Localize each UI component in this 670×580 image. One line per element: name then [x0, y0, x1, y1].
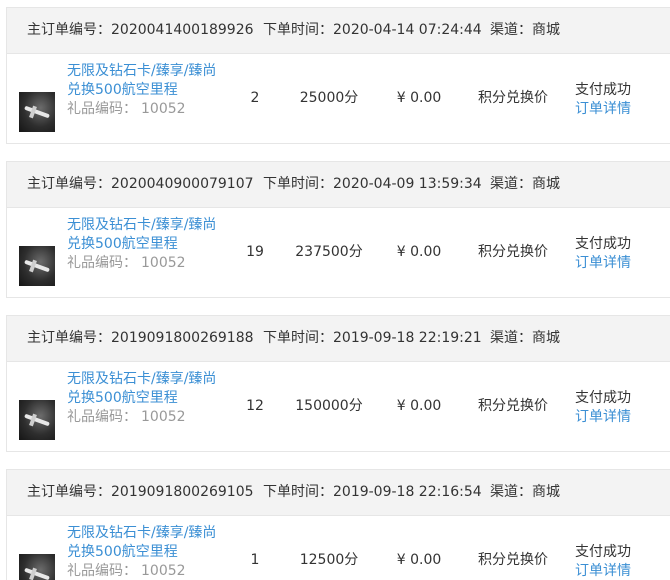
product-code-label: 礼品编码：	[67, 563, 137, 579]
order-list: 主订单编号：2020041400189926 下单时间：2020-04-14 0…	[0, 0, 670, 580]
airplane-icon	[24, 567, 50, 580]
order-time: 下单时间：2019-09-18 22:16:54	[263, 470, 482, 515]
order-time-value: 2019-09-18 22:19:21	[333, 330, 482, 346]
channel-label: 渠道：	[490, 330, 532, 346]
pay-type: 积分兑换价	[478, 552, 548, 568]
order-time: 下单时间：2020-04-09 13:59:34	[263, 162, 482, 207]
order-card: 主订单编号：2019091800269188 下单时间：2019-09-18 2…	[6, 315, 670, 452]
product-title-link[interactable]: 无限及钻石卡/臻享/臻尚兑换500航空里程	[67, 524, 217, 562]
payment-status: 支付成功	[575, 236, 631, 252]
product-code: 礼品编码： 10052	[67, 100, 186, 119]
status-block: 支付成功 订单详情	[575, 235, 631, 273]
order-item-row: 无限及钻石卡/臻享/臻尚兑换500航空里程 礼品编码： 10052 1 12500…	[7, 516, 670, 580]
order-time-label: 下单时间：	[263, 330, 333, 346]
order-header: 主订单编号：2020040900079107 下单时间：2020-04-09 1…	[7, 162, 670, 208]
order-header: 主订单编号：2019091800269188 下单时间：2019-09-18 2…	[7, 316, 670, 362]
quantity: 2	[250, 90, 260, 106]
order-id-value: 2020041400189926	[111, 22, 254, 38]
status-block: 支付成功 订单详情	[575, 543, 631, 580]
product-code-label: 礼品编码：	[67, 409, 137, 425]
channel-label: 渠道：	[490, 484, 532, 500]
order-time-label: 下单时间：	[263, 22, 333, 38]
order-detail-link[interactable]: 订单详情	[575, 254, 631, 273]
channel-value: 商城	[532, 176, 560, 192]
product-code-value: 10052	[141, 563, 186, 579]
order-card: 主订单编号：2020040900079107 下单时间：2020-04-09 1…	[6, 161, 670, 298]
order-channel: 渠道：商城	[490, 8, 560, 53]
order-item-row: 无限及钻石卡/臻享/臻尚兑换500航空里程 礼品编码： 10052 19 2375…	[7, 208, 670, 297]
order-time-value: 2020-04-09 13:59:34	[333, 176, 482, 192]
order-channel: 渠道：商城	[490, 162, 560, 207]
order-id-value: 2019091800269188	[111, 330, 254, 346]
order-id-value: 2019091800269105	[111, 484, 254, 500]
pay-type: 积分兑换价	[478, 398, 548, 414]
product-thumbnail[interactable]	[19, 92, 55, 132]
order-header: 主订单编号：2019091800269105 下单时间：2019-09-18 2…	[7, 470, 670, 516]
product-title-link[interactable]: 无限及钻石卡/臻享/臻尚兑换500航空里程	[67, 370, 217, 408]
product-thumbnail[interactable]	[19, 246, 55, 286]
product-code-label: 礼品编码：	[67, 255, 137, 271]
order-time-value: 2020-04-14 07:24:44	[333, 22, 482, 38]
price: ¥ 0.00	[396, 552, 442, 568]
price: ¥ 0.00	[396, 398, 442, 414]
order-time: 下单时间：2020-04-14 07:24:44	[263, 8, 482, 53]
order-id: 主订单编号：2019091800269188	[27, 316, 254, 361]
pay-type: 积分兑换价	[478, 90, 548, 106]
quantity: 19	[246, 244, 264, 260]
product-thumbnail[interactable]	[19, 400, 55, 440]
order-id: 主订单编号：2019091800269105	[27, 470, 254, 515]
payment-status: 支付成功	[575, 82, 631, 98]
channel-label: 渠道：	[490, 22, 532, 38]
order-time-value: 2019-09-18 22:16:54	[333, 484, 482, 500]
payment-status: 支付成功	[575, 390, 631, 406]
order-id: 主订单编号：2020040900079107	[27, 162, 254, 207]
points-cost: 25000分	[299, 90, 359, 106]
price: ¥ 0.00	[396, 90, 442, 106]
pay-type: 积分兑换价	[478, 244, 548, 260]
product-thumbnail[interactable]	[19, 554, 55, 580]
quantity: 1	[250, 552, 260, 568]
order-id-value: 2020040900079107	[111, 176, 254, 192]
order-item-row: 无限及钻石卡/臻享/臻尚兑换500航空里程 礼品编码： 10052 12 1500…	[7, 362, 670, 451]
product-code-label: 礼品编码：	[67, 101, 137, 117]
product-title-link[interactable]: 无限及钻石卡/臻享/臻尚兑换500航空里程	[67, 62, 217, 100]
order-time: 下单时间：2019-09-18 22:19:21	[263, 316, 482, 361]
product-code: 礼品编码： 10052	[67, 254, 186, 273]
channel-value: 商城	[532, 22, 560, 38]
order-id-label: 主订单编号：	[27, 176, 111, 192]
order-id-label: 主订单编号：	[27, 22, 111, 38]
order-detail-link[interactable]: 订单详情	[575, 100, 631, 119]
channel-label: 渠道：	[490, 176, 532, 192]
order-id-label: 主订单编号：	[27, 484, 111, 500]
order-card: 主订单编号：2020041400189926 下单时间：2020-04-14 0…	[6, 7, 670, 144]
product-code-value: 10052	[141, 409, 186, 425]
product-code-value: 10052	[141, 101, 186, 117]
order-time-label: 下单时间：	[263, 176, 333, 192]
quantity: 12	[246, 398, 264, 414]
order-item-row: 无限及钻石卡/臻享/臻尚兑换500航空里程 礼品编码： 10052 2 25000…	[7, 54, 670, 143]
points-cost: 150000分	[295, 398, 363, 414]
product-code: 礼品编码： 10052	[67, 562, 186, 580]
order-id: 主订单编号：2020041400189926	[27, 8, 254, 53]
order-channel: 渠道：商城	[490, 470, 560, 515]
points-cost: 237500分	[295, 244, 363, 260]
order-card: 主订单编号：2019091800269105 下单时间：2019-09-18 2…	[6, 469, 670, 580]
product-title-link[interactable]: 无限及钻石卡/臻享/臻尚兑换500航空里程	[67, 216, 217, 254]
product-code-value: 10052	[141, 255, 186, 271]
price: ¥ 0.00	[396, 244, 442, 260]
product-code: 礼品编码： 10052	[67, 408, 186, 427]
order-header: 主订单编号：2020041400189926 下单时间：2020-04-14 0…	[7, 8, 670, 54]
order-channel: 渠道：商城	[490, 316, 560, 361]
order-detail-link[interactable]: 订单详情	[575, 562, 631, 580]
order-id-label: 主订单编号：	[27, 330, 111, 346]
order-detail-link[interactable]: 订单详情	[575, 408, 631, 427]
channel-value: 商城	[532, 330, 560, 346]
payment-status: 支付成功	[575, 544, 631, 560]
status-block: 支付成功 订单详情	[575, 81, 631, 119]
points-cost: 12500分	[299, 552, 359, 568]
status-block: 支付成功 订单详情	[575, 389, 631, 427]
order-time-label: 下单时间：	[263, 484, 333, 500]
channel-value: 商城	[532, 484, 560, 500]
